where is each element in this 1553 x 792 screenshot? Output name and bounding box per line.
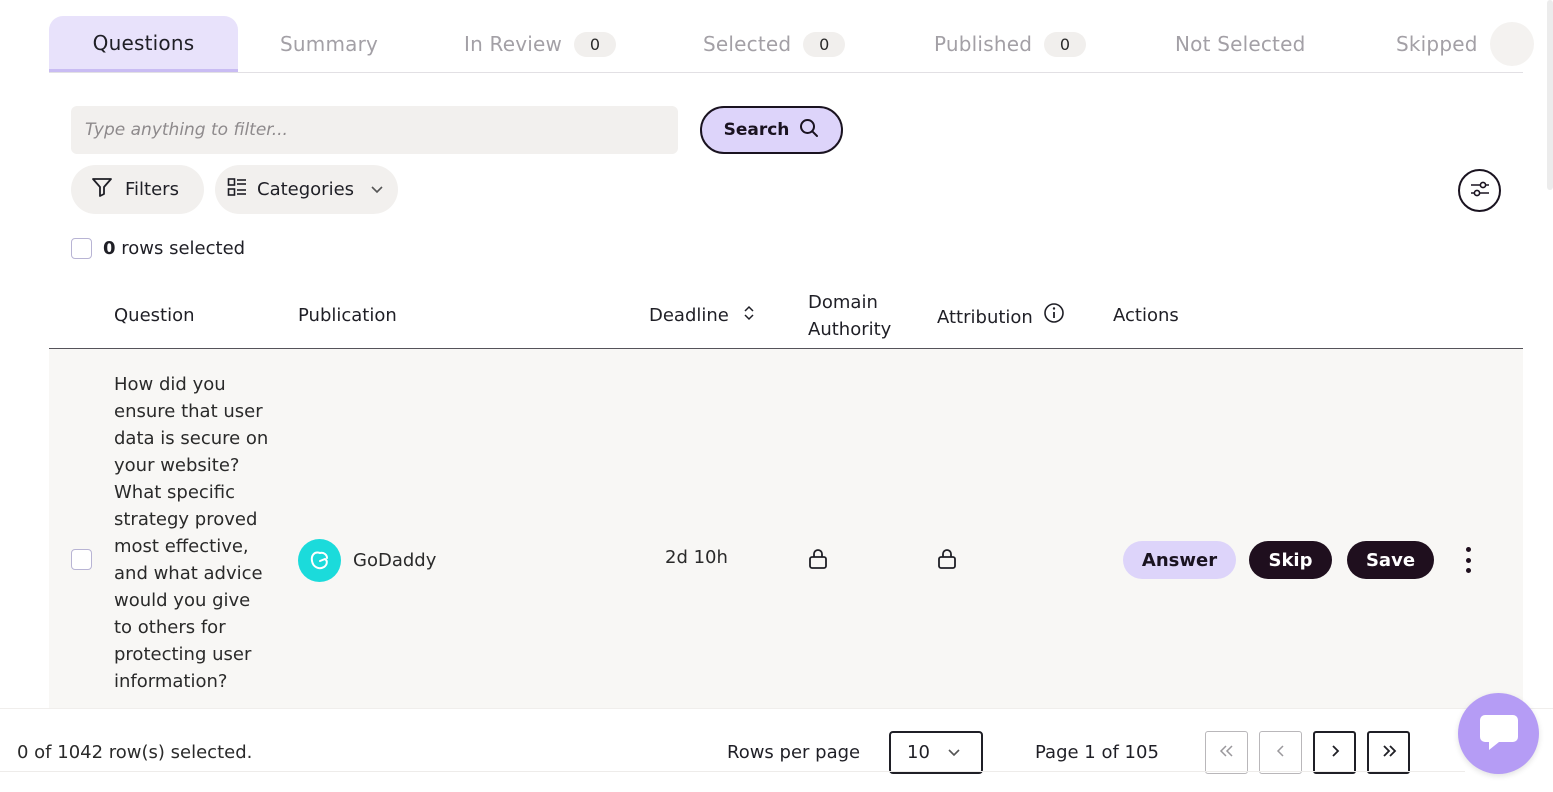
chat-bubble-icon	[1477, 711, 1521, 757]
tab-label: Not Selected	[1175, 32, 1306, 56]
sort-icon	[743, 302, 755, 329]
selected-count: 0	[103, 238, 116, 259]
last-page-button[interactable]	[1367, 731, 1410, 774]
tab-questions[interactable]: Questions	[49, 16, 238, 72]
selected-label: rows selected	[121, 238, 246, 259]
count-badge: 0	[803, 31, 846, 57]
count-badge: 0	[574, 31, 617, 57]
column-settings-button[interactable]	[1458, 169, 1501, 212]
sliders-icon	[1469, 180, 1491, 202]
info-icon[interactable]	[1043, 302, 1065, 332]
search-icon	[799, 118, 819, 143]
chevrons-right-icon	[1380, 743, 1398, 762]
tab-label: Selected	[703, 32, 792, 56]
tab-bar: Questions Summary In Review 0 Selected 0…	[49, 16, 1534, 73]
search-button[interactable]: Search	[700, 106, 843, 154]
skip-button[interactable]: Skip	[1249, 541, 1332, 579]
chevron-right-icon	[1329, 743, 1341, 762]
tab-label: In Review	[464, 32, 563, 56]
pagination-footer: 0 of 1042 row(s) selected. Rows per page…	[0, 708, 1553, 792]
rows-per-page-value: 10	[907, 742, 930, 763]
publication-cell: GoDaddy	[298, 539, 436, 582]
header-question: Question	[114, 305, 195, 326]
lock-icon	[808, 548, 828, 574]
previous-page-button[interactable]	[1259, 731, 1302, 774]
select-all-checkbox[interactable]	[71, 238, 92, 259]
filters-label: Filters	[125, 179, 179, 200]
page-indicator: Page 1 of 105	[1035, 742, 1159, 763]
filter-icon	[91, 177, 113, 202]
chat-support-button[interactable]	[1458, 693, 1539, 774]
header-attribution-label: Attribution	[937, 306, 1033, 328]
tab-summary[interactable]: Summary	[280, 16, 378, 72]
search-input[interactable]	[71, 106, 678, 154]
tab-label: Skipped	[1396, 32, 1478, 56]
row-checkbox[interactable]	[71, 549, 92, 570]
tab-label: Published	[934, 32, 1033, 56]
tab-label: Summary	[280, 32, 379, 56]
rows-selected: 0 rows selected	[71, 238, 245, 259]
next-page-button[interactable]	[1313, 731, 1356, 774]
header-actions: Actions	[1113, 305, 1179, 326]
page-scrollbar[interactable]	[1547, 0, 1553, 190]
header-publication: Publication	[298, 305, 397, 326]
rows-per-page-select[interactable]: 10	[889, 731, 983, 774]
chevron-left-icon	[1275, 743, 1287, 762]
tab-skipped[interactable]: Skipped	[1396, 16, 1478, 72]
question-text[interactable]: How did you ensure that user data is sec…	[114, 371, 274, 695]
tab-label: Questions	[92, 30, 195, 55]
categories-label: Categories	[257, 179, 355, 200]
godaddy-logo-icon	[298, 539, 341, 582]
deadline-value: 2d 10h	[665, 547, 728, 568]
search-button-label: Search	[723, 120, 790, 140]
footer-divider	[0, 771, 1465, 772]
lock-icon	[937, 548, 957, 574]
tab-selected[interactable]: Selected 0	[703, 16, 846, 72]
header-domain-authority: Domain Authority	[808, 292, 892, 340]
tab-published[interactable]: Published 0	[934, 16, 1087, 72]
tab-not-selected[interactable]: Not Selected	[1175, 16, 1306, 72]
first-page-button[interactable]	[1205, 731, 1248, 774]
count-badge: 0	[1044, 31, 1087, 57]
header-attribution: Attribution	[937, 302, 1065, 332]
table-row: How did you ensure that user data is sec…	[49, 349, 1523, 749]
chevron-down-icon	[370, 179, 384, 200]
tab-in-review[interactable]: In Review 0	[464, 16, 617, 72]
chevron-down-icon	[947, 742, 961, 763]
header-deadline[interactable]: Deadline	[649, 302, 755, 329]
answer-button[interactable]: Answer	[1123, 541, 1236, 579]
table-header: Question Publication Deadline Domain Aut…	[49, 283, 1523, 349]
rows-per-page-label: Rows per page	[727, 742, 861, 763]
more-options-icon[interactable]	[1458, 545, 1478, 575]
footer-selected-text: 0 of 1042 row(s) selected.	[17, 742, 253, 763]
categories-dropdown[interactable]: Categories	[215, 165, 398, 214]
header-deadline-label: Deadline	[649, 305, 729, 326]
filters-button[interactable]: Filters	[71, 165, 204, 214]
tab-skipped-badge	[1490, 22, 1534, 66]
categories-icon	[227, 177, 247, 202]
publication-name: GoDaddy	[353, 550, 437, 571]
chevrons-left-icon	[1218, 743, 1236, 762]
save-button[interactable]: Save	[1347, 541, 1434, 579]
